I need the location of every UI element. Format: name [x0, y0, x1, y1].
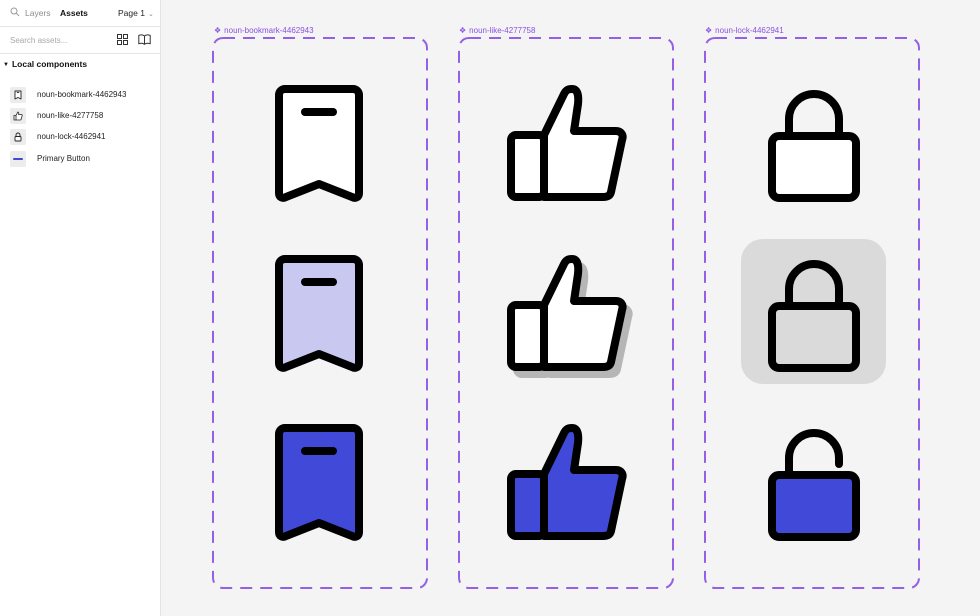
- button-line-icon: [10, 151, 26, 167]
- component-item-bookmark[interactable]: noun-bookmark-4462943: [0, 85, 160, 105]
- component-label: noun-lock-4462941: [37, 132, 106, 141]
- thumbs-up-icon[interactable]: [506, 252, 638, 386]
- panel-tabs: Layers Assets Page 1 ⌄: [0, 0, 160, 26]
- caret-down-icon: ▼: [3, 62, 9, 68]
- component-label: noun-like-4277758: [37, 111, 104, 120]
- lock-icon[interactable]: [764, 82, 864, 206]
- grid-view-icon[interactable]: [117, 34, 128, 45]
- component-item-primary-button[interactable]: Primary Button: [0, 149, 160, 169]
- bookmark-icon[interactable]: [271, 80, 367, 208]
- search-icon[interactable]: [10, 7, 20, 17]
- component-item-lock[interactable]: noun-lock-4462941: [0, 127, 160, 147]
- thumbs-up-icon: [10, 108, 26, 124]
- page-selector[interactable]: Page 1 ⌄: [118, 8, 154, 18]
- tab-assets[interactable]: Assets: [60, 8, 88, 18]
- section-title: Local components: [11, 59, 88, 69]
- component-diamond-icon: ❖: [705, 26, 713, 35]
- search-row: [0, 27, 160, 53]
- component-diamond-icon: ❖: [214, 26, 222, 35]
- divider: [0, 53, 160, 54]
- thumbs-up-icon[interactable]: [506, 421, 628, 545]
- frame-title-text: noun-lock-4462941: [715, 26, 784, 35]
- chevron-down-icon: ⌄: [147, 11, 154, 18]
- bookmark-icon[interactable]: [271, 250, 367, 378]
- local-components-header[interactable]: ▼ Local components: [3, 59, 87, 69]
- page-selector-label: Page 1: [118, 8, 145, 18]
- component-label: noun-bookmark-4462943: [37, 90, 127, 99]
- design-canvas[interactable]: ❖ noun-bookmark-4462943 ❖ noun-like-427775…: [161, 0, 980, 616]
- frame-title-bookmark[interactable]: ❖ noun-bookmark-4462943: [214, 26, 314, 35]
- assets-panel: Layers Assets Page 1⌄ ▼Local components …: [0, 0, 161, 616]
- frame-title-text: noun-like-4277758: [469, 26, 536, 35]
- component-item-like[interactable]: noun-like-4277758: [0, 106, 160, 126]
- bookmark-icon: [10, 87, 26, 103]
- frame-title-like[interactable]: ❖ noun-like-4277758: [459, 26, 535, 35]
- tab-layers[interactable]: Layers: [25, 8, 51, 18]
- bookmark-icon[interactable]: [271, 419, 367, 547]
- thumbs-up-icon[interactable]: [506, 82, 628, 206]
- lock-icon[interactable]: [764, 252, 864, 376]
- component-label: Primary Button: [37, 154, 90, 163]
- frame-title-lock[interactable]: ❖ noun-lock-4462941: [705, 26, 784, 35]
- search-input[interactable]: [10, 33, 102, 47]
- unlock-icon[interactable]: [764, 421, 864, 545]
- component-diamond-icon: ❖: [459, 26, 467, 35]
- frame-title-text: noun-bookmark-4462943: [224, 26, 314, 35]
- library-book-icon[interactable]: [138, 34, 151, 45]
- lock-icon: [10, 129, 26, 145]
